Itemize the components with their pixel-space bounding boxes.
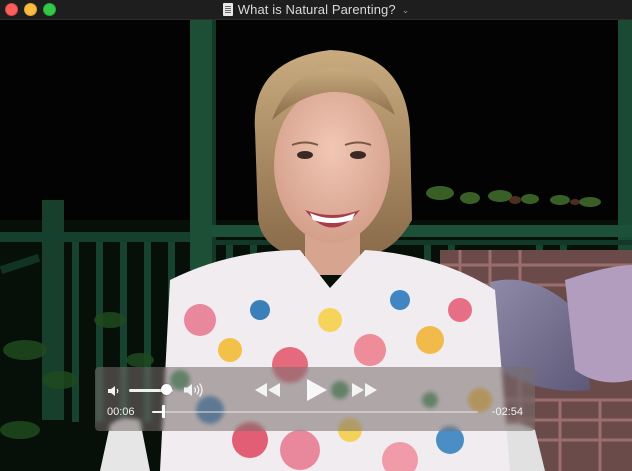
scrubber-playhead[interactable] (162, 405, 166, 418)
rewind-icon[interactable] (255, 383, 281, 397)
document-icon (222, 3, 233, 16)
title-bar[interactable]: What is Natural Parenting? ⌄ (0, 0, 632, 20)
play-icon[interactable] (306, 379, 328, 401)
quicktime-window: What is Natural Parenting? ⌄ 00:06 -02:5… (0, 0, 632, 471)
playback-controls: 00:06 -02:54 (95, 367, 535, 431)
volume-slider-knob[interactable] (160, 384, 172, 395)
speaker-low-icon[interactable] (107, 385, 121, 397)
chevron-down-icon[interactable]: ⌄ (402, 5, 410, 16)
window-title: What is Natural Parenting? (237, 2, 396, 17)
video-frame[interactable]: 00:06 -02:54 (0, 20, 632, 471)
fast-forward-icon[interactable] (351, 383, 377, 397)
remaining-time: -02:54 (491, 406, 523, 418)
speaker-high-icon[interactable] (183, 382, 205, 398)
scrubber-track[interactable] (152, 411, 478, 413)
title-group[interactable]: What is Natural Parenting? ⌄ (0, 0, 632, 19)
elapsed-time: 00:06 (107, 406, 135, 418)
